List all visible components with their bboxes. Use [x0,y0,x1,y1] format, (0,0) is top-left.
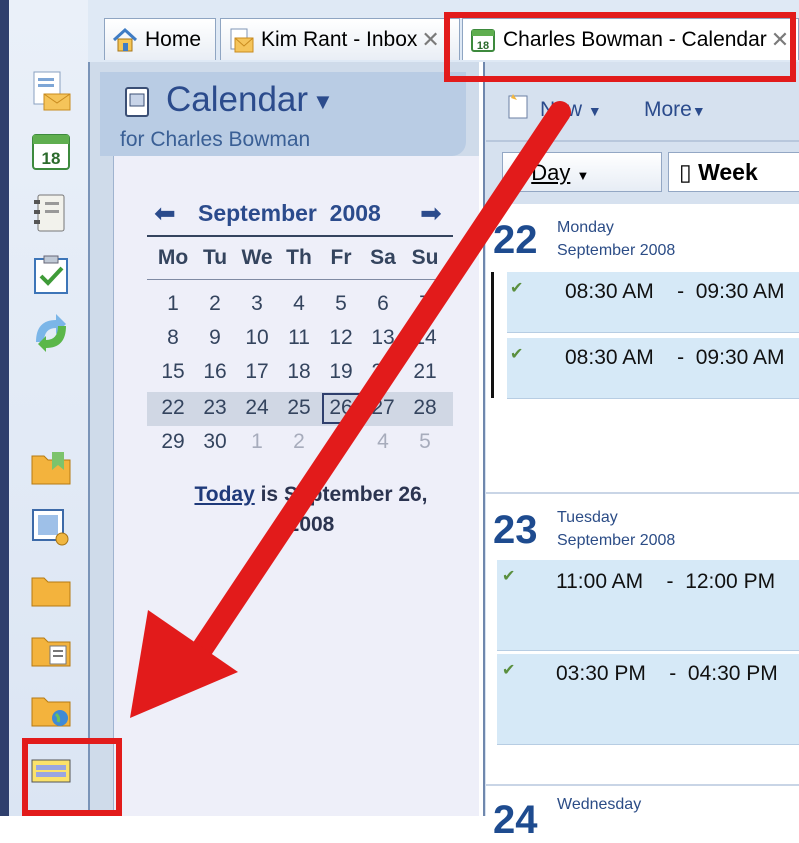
arrow-shaft [189,101,571,663]
annotation-arrow [130,101,571,718]
